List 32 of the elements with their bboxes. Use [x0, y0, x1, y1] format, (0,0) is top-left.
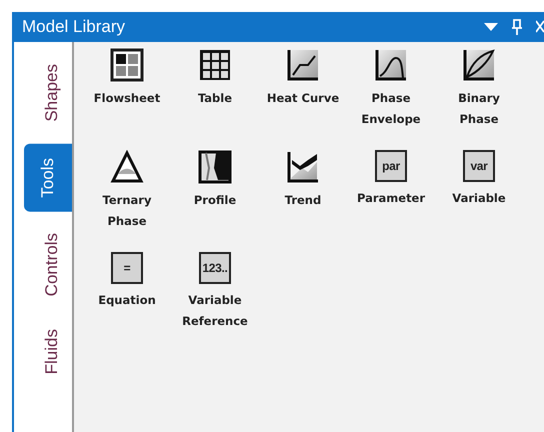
side-tab[interactable]: Controls: [32, 223, 72, 307]
side-tab[interactable]: Fluids: [32, 318, 72, 384]
side-tab[interactable]: Shapes: [32, 54, 72, 132]
text-tile-icon: par: [375, 150, 407, 182]
text-tile-icon: var: [463, 150, 495, 182]
tool-label[interactable]: Binary Phase: [442, 88, 516, 130]
panel-title: Model Library: [22, 17, 126, 37]
tool-label[interactable]: Phase Envelope: [354, 88, 428, 130]
text-tile-icon: =: [111, 252, 143, 284]
tool-label[interactable]: Flowsheet: [94, 88, 160, 109]
tool-label[interactable]: Variable Reference: [178, 290, 252, 332]
tool-label[interactable]: Equation: [98, 290, 156, 311]
lens-graph-icon: [462, 48, 496, 82]
tool-label[interactable]: Heat Curve: [266, 88, 340, 109]
dropdown-icon[interactable]: [484, 22, 498, 32]
line-graph-icon: [286, 48, 320, 82]
tool-label[interactable]: Table: [198, 88, 232, 109]
tool-label[interactable]: Trend: [284, 190, 322, 211]
side-tab[interactable]: Tools: [24, 144, 72, 212]
triangle-icon: [110, 150, 144, 184]
trend-chart-icon: [286, 150, 320, 184]
column-profile-icon: [198, 150, 232, 184]
window-grid-icon: [110, 48, 144, 82]
curve-graph-icon: [374, 48, 408, 82]
tool-label[interactable]: Ternary Phase: [90, 190, 164, 232]
tool-label[interactable]: Variable: [452, 188, 506, 209]
table-icon: [198, 48, 232, 82]
text-tile-icon: 123..: [199, 252, 231, 284]
close-icon[interactable]: [536, 20, 544, 34]
tool-label[interactable]: Profile: [194, 190, 236, 211]
pin-icon[interactable]: [512, 19, 522, 35]
tool-label[interactable]: Parameter: [356, 188, 426, 209]
